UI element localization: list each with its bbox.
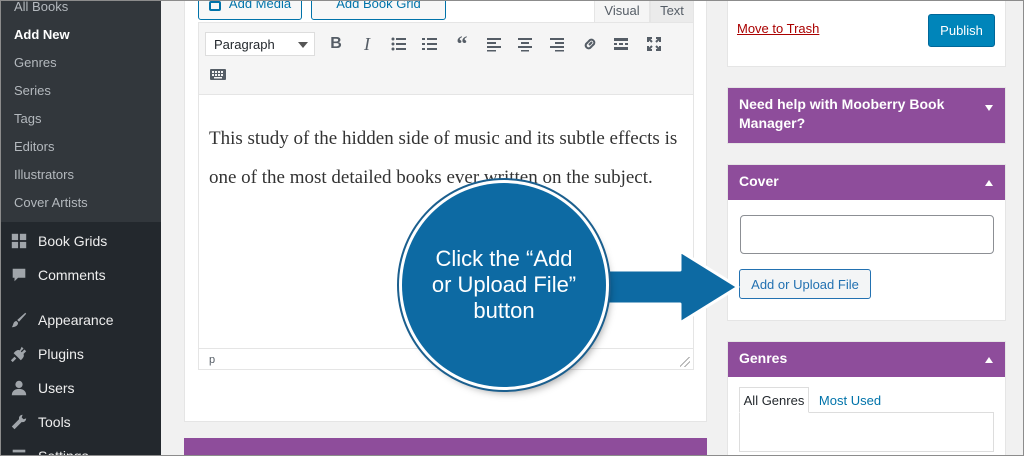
caret-up-icon[interactable] bbox=[985, 357, 993, 363]
submenu-all-books[interactable]: All Books bbox=[14, 0, 68, 15]
wrench-icon bbox=[9, 412, 29, 432]
tab-text[interactable]: Text bbox=[650, 0, 694, 22]
callout-text: Click the “Add or Upload File” button bbox=[431, 246, 577, 323]
grid-icon bbox=[9, 231, 29, 251]
caret-down-icon[interactable] bbox=[985, 105, 993, 111]
chevron-down-icon bbox=[298, 42, 308, 48]
user-icon bbox=[9, 378, 29, 398]
menu-item-label: Appearance bbox=[38, 312, 114, 328]
genres-box: Genres All Genres Most Used bbox=[727, 341, 1006, 456]
menu-item-settings[interactable]: Settings bbox=[0, 442, 161, 456]
tab-most-used[interactable]: Most Used bbox=[814, 387, 886, 413]
add-media-label: Add Media bbox=[228, 0, 292, 11]
format-select-value: Paragraph bbox=[214, 36, 275, 52]
menu-item-plugins[interactable]: Plugins bbox=[0, 340, 161, 368]
italic-icon[interactable]: I bbox=[356, 33, 378, 55]
next-metabox-header[interactable] bbox=[184, 438, 707, 456]
add-or-upload-file-button[interactable]: Add or Upload File bbox=[739, 269, 871, 299]
submenu-cover-artists[interactable]: Cover Artists bbox=[14, 195, 88, 211]
help-box-header[interactable]: Need help with Mooberry Book Manager? bbox=[728, 88, 1005, 143]
submenu-genres[interactable]: Genres bbox=[14, 55, 57, 71]
link-icon[interactable] bbox=[579, 33, 601, 55]
settings-icon bbox=[9, 446, 29, 456]
submenu-add-new[interactable]: Add New bbox=[14, 27, 70, 43]
publish-box: Move to Trash Publish bbox=[727, 0, 1006, 67]
bulleted-list-icon[interactable] bbox=[388, 33, 410, 55]
caret-up-icon[interactable] bbox=[985, 180, 993, 186]
element-path[interactable]: p bbox=[209, 354, 215, 366]
move-to-trash-link[interactable]: Move to Trash bbox=[737, 21, 819, 36]
add-book-grid-label: Add Book Grid bbox=[336, 0, 421, 11]
tab-all-genres[interactable]: All Genres bbox=[739, 387, 809, 413]
blockquote-icon[interactable]: “ bbox=[451, 31, 473, 56]
media-icon bbox=[208, 1, 221, 11]
keyboard-icon[interactable] bbox=[207, 63, 229, 85]
tab-visual[interactable]: Visual bbox=[594, 0, 650, 22]
resize-handle[interactable] bbox=[680, 357, 690, 367]
align-right-icon[interactable] bbox=[546, 33, 568, 55]
genres-box-header[interactable]: Genres bbox=[728, 342, 1005, 377]
books-submenu: All Books Add New Genres Series Tags Edi… bbox=[0, 0, 161, 222]
submenu-tags[interactable]: Tags bbox=[14, 111, 41, 127]
submenu-illustrators[interactable]: Illustrators bbox=[14, 167, 74, 183]
add-media-button[interactable]: Add Media bbox=[198, 0, 302, 20]
help-box: Need help with Mooberry Book Manager? bbox=[727, 87, 1006, 144]
cover-box-header[interactable]: Cover bbox=[728, 165, 1005, 200]
menu-item-book-grids[interactable]: Book Grids bbox=[0, 227, 161, 255]
plug-icon bbox=[9, 344, 29, 364]
bold-icon[interactable]: B bbox=[325, 33, 347, 55]
align-center-icon[interactable] bbox=[514, 33, 536, 55]
numbered-list-icon[interactable] bbox=[419, 33, 441, 55]
submenu-editors[interactable]: Editors bbox=[14, 139, 54, 155]
menu-item-label: Tools bbox=[38, 414, 71, 430]
submenu-series[interactable]: Series bbox=[14, 83, 51, 99]
help-box-title: Need help with Mooberry Book Manager? bbox=[739, 96, 945, 131]
menu-item-label: Users bbox=[38, 380, 75, 396]
read-more-icon[interactable] bbox=[610, 33, 632, 55]
align-left-icon[interactable] bbox=[483, 33, 505, 55]
cover-box: Cover Add or Upload File bbox=[727, 164, 1006, 321]
add-book-grid-button[interactable]: Add Book Grid bbox=[311, 0, 446, 20]
menu-item-label: Plugins bbox=[38, 346, 84, 362]
publish-button[interactable]: Publish bbox=[928, 14, 995, 47]
menu-item-users[interactable]: Users bbox=[0, 374, 161, 402]
editor-content[interactable]: This study of the hidden side of music a… bbox=[209, 119, 679, 197]
comment-icon bbox=[9, 265, 29, 285]
menu-item-label: Book Grids bbox=[38, 233, 108, 249]
cover-file-input[interactable] bbox=[740, 215, 994, 254]
genres-checklist bbox=[739, 412, 994, 452]
menu-item-appearance[interactable]: Appearance bbox=[0, 306, 161, 334]
menu-item-label: Comments bbox=[38, 267, 106, 283]
format-select[interactable]: Paragraph bbox=[205, 32, 315, 56]
genres-box-title: Genres bbox=[739, 350, 788, 366]
callout-bubble: Click the “Add or Upload File” button bbox=[402, 183, 606, 387]
admin-sidebar: All Books Add New Genres Series Tags Edi… bbox=[0, 0, 161, 456]
menu-item-label: Settings bbox=[38, 448, 89, 456]
paintbrush-icon bbox=[9, 310, 29, 330]
cover-box-title: Cover bbox=[739, 173, 779, 189]
editor-toolbar: Paragraph B I “ bbox=[199, 23, 693, 95]
fullscreen-icon[interactable] bbox=[643, 33, 665, 55]
menu-item-comments[interactable]: Comments bbox=[0, 261, 161, 289]
menu-item-tools[interactable]: Tools bbox=[0, 408, 161, 436]
